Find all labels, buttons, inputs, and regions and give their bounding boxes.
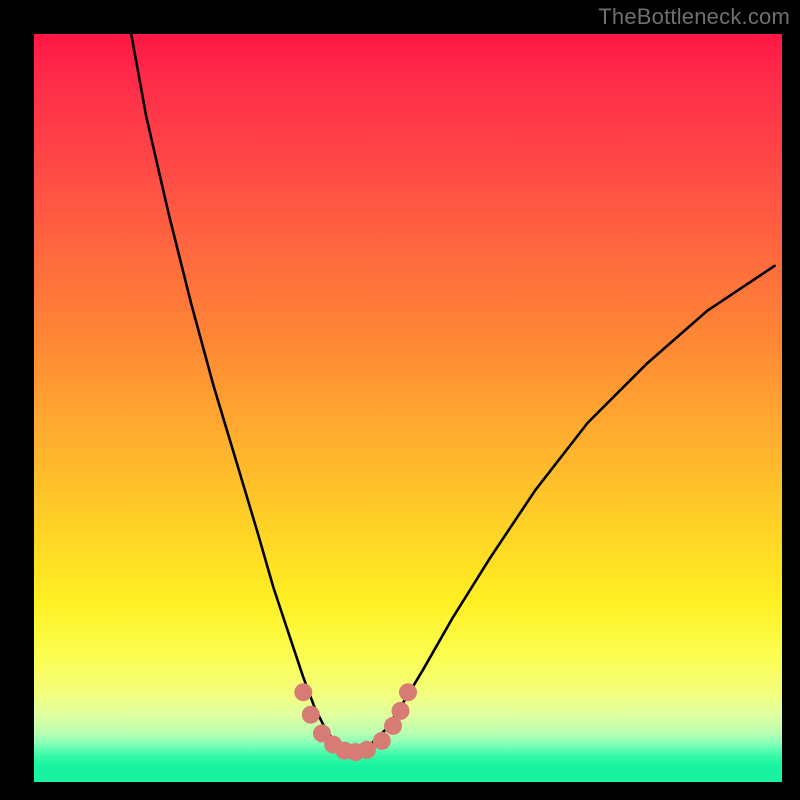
bottleneck-curve (131, 34, 774, 752)
plot-area (34, 34, 782, 782)
watermark-text: TheBottleneck.com (598, 4, 790, 30)
marker-dot (302, 706, 320, 724)
chart-svg (34, 34, 782, 782)
marker-dot (294, 683, 312, 701)
marker-group (294, 683, 417, 761)
chart-frame: TheBottleneck.com (0, 0, 800, 800)
marker-dot (392, 702, 410, 720)
marker-dot (399, 683, 417, 701)
marker-dot (373, 732, 391, 750)
